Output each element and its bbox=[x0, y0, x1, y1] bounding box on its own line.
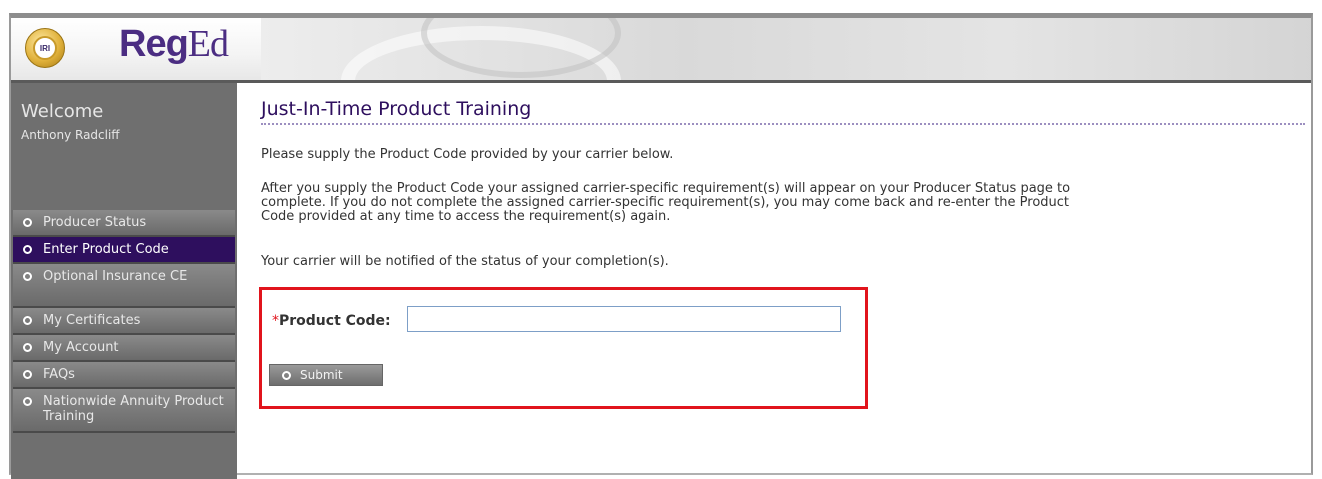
notification-text: Your carrier will be notified of the sta… bbox=[261, 254, 669, 269]
bullet-icon bbox=[23, 218, 32, 227]
sidebar-item-label: My Certificates bbox=[43, 313, 141, 328]
sidebar-item-faqs[interactable]: FAQs bbox=[13, 362, 235, 389]
bullet-icon bbox=[282, 371, 291, 380]
welcome-heading: Welcome bbox=[21, 101, 104, 122]
sidebar-item-label: Producer Status bbox=[43, 215, 147, 230]
submit-label: Submit bbox=[300, 368, 343, 382]
reged-logo: RegEd bbox=[119, 22, 229, 66]
sidebar: Welcome Anthony Radcliff Producer Status… bbox=[11, 83, 237, 479]
sidebar-item-label: Nationwide Annuity Product Training bbox=[43, 394, 224, 424]
bullet-icon bbox=[23, 316, 32, 325]
header-banner: IRI RegEd bbox=[11, 18, 1311, 83]
bullet-icon bbox=[23, 272, 32, 281]
sidebar-item-label: Enter Product Code bbox=[43, 242, 169, 257]
iri-badge-text: IRI bbox=[33, 36, 57, 60]
sidebar-item-enter-product-code[interactable]: Enter Product Code bbox=[13, 237, 235, 264]
sidebar-item-my-certificates[interactable]: My Certificates bbox=[13, 308, 235, 335]
product-code-form: *Product Code: Submit bbox=[259, 287, 868, 409]
page-title: Just-In-Time Product Training bbox=[261, 98, 1305, 125]
user-name: Anthony Radcliff bbox=[21, 128, 120, 142]
sidebar-item-label: My Account bbox=[43, 340, 119, 355]
bullet-icon bbox=[23, 370, 32, 379]
sidebar-item-label: Optional Insurance CE bbox=[43, 269, 188, 284]
sidebar-item-my-account[interactable]: My Account bbox=[13, 335, 235, 362]
logo-rest-text: Ed bbox=[187, 23, 229, 65]
bullet-icon bbox=[23, 245, 32, 254]
product-code-label: *Product Code: bbox=[272, 313, 391, 329]
product-code-input[interactable] bbox=[407, 306, 841, 332]
instructions-line-3: Code provided at any time to access the … bbox=[261, 209, 671, 224]
bullet-icon bbox=[23, 343, 32, 352]
product-code-label-text: Product Code: bbox=[279, 313, 391, 329]
iri-logo-icon: IRI bbox=[25, 28, 65, 68]
app-frame: IRI RegEd Welcome Anthony Radcliff Produ… bbox=[9, 13, 1313, 479]
sidebar-item-optional-insurance-ce[interactable]: Optional Insurance CE bbox=[13, 264, 235, 308]
sidebar-item-nationwide-annuity[interactable]: Nationwide Annuity Product Training bbox=[13, 389, 235, 433]
instructions-line-1: After you supply the Product Code your a… bbox=[261, 181, 1071, 196]
sidebar-item-producer-status[interactable]: Producer Status bbox=[13, 210, 235, 237]
instructions-line-2: complete. If you do not complete the ass… bbox=[261, 195, 1070, 210]
required-marker: * bbox=[272, 313, 279, 329]
intro-text: Please supply the Product Code provided … bbox=[261, 147, 674, 162]
bullet-icon bbox=[23, 397, 32, 406]
sidebar-item-label: FAQs bbox=[43, 367, 75, 382]
submit-button[interactable]: Submit bbox=[269, 364, 383, 386]
logo-bold-text: Reg bbox=[119, 23, 189, 65]
